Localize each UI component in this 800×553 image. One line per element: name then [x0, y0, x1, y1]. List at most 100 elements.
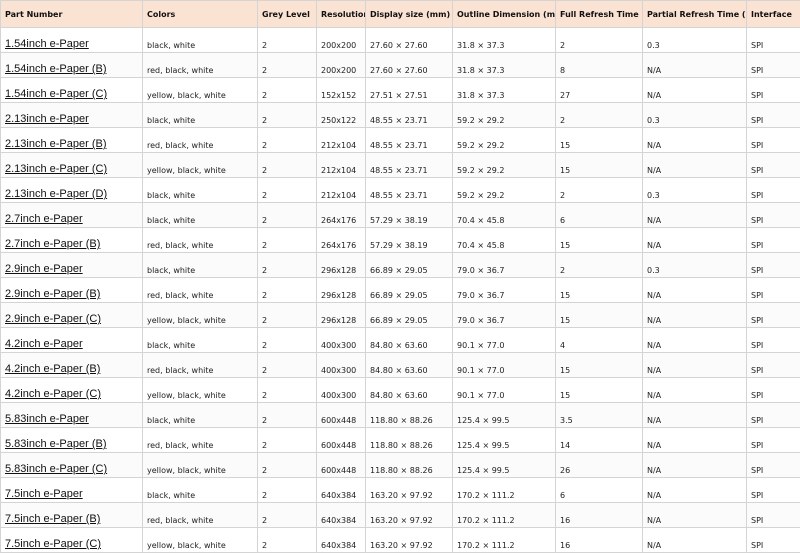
full-refresh-cell: 15 — [556, 303, 643, 328]
part-number-cell: 2.13inch e-Paper (C) — [1, 153, 143, 178]
part-number-link[interactable]: 2.9inch e-Paper — [5, 263, 83, 275]
part-number-link[interactable]: 1.54inch e-Paper (B) — [5, 63, 107, 75]
colors-cell: red, black, white — [143, 128, 258, 153]
partial-refresh-cell: 0.3 — [643, 103, 747, 128]
display-size-cell: 118.80 × 88.26 — [366, 453, 453, 478]
part-number-link[interactable]: 4.2inch e-Paper (C) — [5, 388, 101, 400]
colors-cell: yellow, black, white — [143, 453, 258, 478]
partial-refresh-cell: N/A — [643, 203, 747, 228]
part-number-link[interactable]: 2.9inch e-Paper (C) — [5, 313, 101, 325]
part-number-link[interactable]: 2.13inch e-Paper (D) — [5, 188, 107, 200]
table-row: 2.9inch e-Paper (B)red, black, white2296… — [1, 278, 800, 303]
display-size-cell: 163.20 × 97.92 — [366, 478, 453, 503]
colors-cell: red, black, white — [143, 353, 258, 378]
grey-level-cell: 2 — [258, 478, 317, 503]
grey-level-cell: 2 — [258, 28, 317, 53]
table-row: 4.2inch e-Paper (B)red, black, white2400… — [1, 353, 800, 378]
part-number-link[interactable]: 1.54inch e-Paper (C) — [5, 88, 107, 100]
full-refresh-cell: 2 — [556, 253, 643, 278]
colors-cell: black, white — [143, 403, 258, 428]
full-refresh-cell: 6 — [556, 203, 643, 228]
part-number-link[interactable]: 5.83inch e-Paper (B) — [5, 438, 107, 450]
interface-cell: SPI — [747, 378, 800, 403]
interface-cell: SPI — [747, 403, 800, 428]
part-number-cell: 1.54inch e-Paper (B) — [1, 53, 143, 78]
part-number-link[interactable]: 5.83inch e-Paper — [5, 413, 89, 425]
display-size-cell: 48.55 × 23.71 — [366, 103, 453, 128]
full-refresh-cell: 15 — [556, 128, 643, 153]
table-row: 2.13inch e-Paper (C)yellow, black, white… — [1, 153, 800, 178]
display-size-cell: 57.29 × 38.19 — [366, 203, 453, 228]
resolution-cell: 400x300 — [317, 328, 366, 353]
grey-level-cell: 2 — [258, 453, 317, 478]
colors-cell: red, black, white — [143, 278, 258, 303]
partial-refresh-cell: N/A — [643, 403, 747, 428]
full-refresh-cell: 3.5 — [556, 403, 643, 428]
partial-refresh-cell: 0.3 — [643, 253, 747, 278]
outline-dimension-cell: 59.2 × 29.2 — [453, 153, 556, 178]
table-row: 1.54inch e-Paperblack, white2200x20027.6… — [1, 28, 800, 53]
part-number-link[interactable]: 4.2inch e-Paper (B) — [5, 363, 100, 375]
display-size-cell: 66.89 × 29.05 — [366, 253, 453, 278]
colors-cell: black, white — [143, 28, 258, 53]
part-number-link[interactable]: 2.13inch e-Paper — [5, 113, 89, 125]
partial-refresh-cell: N/A — [643, 228, 747, 253]
outline-dimension-cell: 90.1 × 77.0 — [453, 353, 556, 378]
interface-cell: SPI — [747, 428, 800, 453]
resolution-cell: 600x448 — [317, 428, 366, 453]
partial-refresh-cell: N/A — [643, 153, 747, 178]
grey-level-cell: 2 — [258, 378, 317, 403]
part-number-link[interactable]: 7.5inch e-Paper — [5, 488, 83, 500]
colors-cell: red, black, white — [143, 53, 258, 78]
grey-level-cell: 2 — [258, 228, 317, 253]
outline-dimension-cell: 125.4 × 99.5 — [453, 403, 556, 428]
interface-cell: SPI — [747, 478, 800, 503]
resolution-cell: 296x128 — [317, 278, 366, 303]
table-row: 2.13inch e-Paper (B)red, black, white221… — [1, 128, 800, 153]
header-grey-level: Grey Level — [258, 1, 317, 28]
part-number-link[interactable]: 7.5inch e-Paper (B) — [5, 513, 100, 525]
part-number-link[interactable]: 5.83inch e-Paper (C) — [5, 463, 107, 475]
interface-cell: SPI — [747, 78, 800, 103]
part-number-cell: 2.13inch e-Paper — [1, 103, 143, 128]
header-partial-refresh-time: Partial Refresh Time (s) — [643, 1, 747, 28]
table-row: 7.5inch e-Paperblack, white2640x384163.2… — [1, 478, 800, 503]
part-number-cell: 2.13inch e-Paper (D) — [1, 178, 143, 203]
part-number-link[interactable]: 1.54inch e-Paper — [5, 38, 89, 50]
table-row: 4.2inch e-Paperblack, white2400x30084.80… — [1, 328, 800, 353]
part-number-link[interactable]: 2.9inch e-Paper (B) — [5, 288, 100, 300]
resolution-cell: 200x200 — [317, 28, 366, 53]
table-row: 7.5inch e-Paper (B)red, black, white2640… — [1, 503, 800, 528]
part-number-link[interactable]: 2.13inch e-Paper (B) — [5, 138, 107, 150]
resolution-cell: 250x122 — [317, 103, 366, 128]
full-refresh-cell: 15 — [556, 353, 643, 378]
outline-dimension-cell: 70.4 × 45.8 — [453, 228, 556, 253]
partial-refresh-cell: N/A — [643, 128, 747, 153]
interface-cell: SPI — [747, 503, 800, 528]
partial-refresh-cell: N/A — [643, 78, 747, 103]
display-size-cell: 57.29 × 38.19 — [366, 228, 453, 253]
colors-cell: black, white — [143, 203, 258, 228]
display-size-cell: 48.55 × 23.71 — [366, 178, 453, 203]
part-number-link[interactable]: 2.7inch e-Paper — [5, 213, 83, 225]
table-row: 1.54inch e-Paper (C)yellow, black, white… — [1, 78, 800, 103]
display-size-cell: 48.55 × 23.71 — [366, 128, 453, 153]
resolution-cell: 640x384 — [317, 528, 366, 553]
part-number-link[interactable]: 2.7inch e-Paper (B) — [5, 238, 100, 250]
part-number-cell: 1.54inch e-Paper — [1, 28, 143, 53]
part-number-cell: 2.13inch e-Paper (B) — [1, 128, 143, 153]
part-number-link[interactable]: 7.5inch e-Paper (C) — [5, 538, 101, 550]
colors-cell: red, black, white — [143, 428, 258, 453]
part-number-cell: 5.83inch e-Paper (C) — [1, 453, 143, 478]
colors-cell: black, white — [143, 253, 258, 278]
full-refresh-cell: 16 — [556, 528, 643, 553]
partial-refresh-cell: 0.3 — [643, 178, 747, 203]
table-row: 1.54inch e-Paper (B)red, black, white220… — [1, 53, 800, 78]
part-number-link[interactable]: 2.13inch e-Paper (C) — [5, 163, 107, 175]
table-row: 2.13inch e-Paperblack, white2250x12248.5… — [1, 103, 800, 128]
part-number-link[interactable]: 4.2inch e-Paper — [5, 338, 83, 350]
outline-dimension-cell: 79.0 × 36.7 — [453, 303, 556, 328]
display-size-cell: 66.89 × 29.05 — [366, 303, 453, 328]
display-size-cell: 84.80 × 63.60 — [366, 328, 453, 353]
table-row: 5.83inch e-Paperblack, white2600x448118.… — [1, 403, 800, 428]
